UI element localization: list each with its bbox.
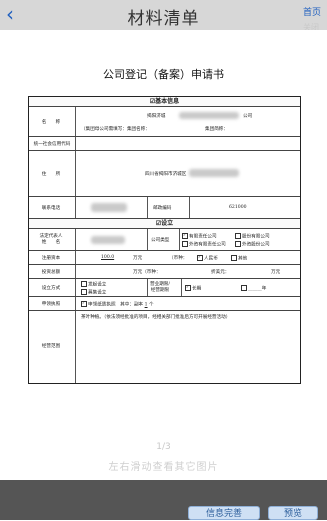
row-phone: 联系电话 邮政编码 621000 bbox=[29, 197, 300, 219]
section-basic-info: ☑基本信息 bbox=[29, 97, 300, 107]
label-legal-rep: 法定代表人 姓 名 bbox=[39, 234, 63, 245]
value-postal: 621000 bbox=[229, 205, 247, 210]
row-legal-rep: 法定代表人 姓 名 公司类型 有限责任公司 股份有限公司 外资有限责任公司 外资… bbox=[29, 229, 300, 251]
value-scope: 茶叶种植。（依法须经批准的项目，经相关部门批准后方可开展经营活动） bbox=[81, 315, 231, 320]
group-note: （集团母公司需填写：集团名称： bbox=[81, 127, 150, 132]
row-scope: 经营范围 茶叶种植。（依法须经批准的项目，经相关部门批准后方可开展经营活动） bbox=[29, 311, 300, 383]
row-capital: 注册资本 100.0 万元 （币种： 人民币 其他 bbox=[29, 251, 300, 265]
label-phone: 联系电话 bbox=[41, 206, 61, 211]
redacted-legal-rep bbox=[91, 236, 125, 244]
label-postal: 邮政编码 bbox=[153, 206, 172, 211]
label-capital: 注册资本 bbox=[41, 256, 61, 261]
top-nav-bar: ‹ 材料清单 首页 关闭 bbox=[0, 0, 327, 32]
row-company-name: 名 称 揭阳济城 公司 （集团母公司需填写：集团名称： 集团简称： bbox=[29, 107, 300, 137]
row-credit-code: 统一社会信用代码 bbox=[29, 137, 300, 151]
type-opt-2[interactable]: 股份有限公司 bbox=[235, 233, 270, 240]
type-opt-4[interactable]: 外资股份公司 bbox=[235, 241, 270, 248]
establish-opt-1[interactable]: 发起设立 bbox=[81, 281, 106, 288]
label-address: 住 所 bbox=[41, 172, 61, 177]
row-establish: 设立方式 发起设立 募集设立 营业期限/ 经营期限 长期 ______年 bbox=[29, 279, 300, 297]
document-title: 公司登记（备案）申请书 bbox=[103, 68, 224, 81]
label-credit-code: 统一社会信用代码 bbox=[33, 142, 71, 147]
label-investment: 投资总额 bbox=[41, 270, 61, 275]
type-opt-3[interactable]: 外资有限责任公司 bbox=[182, 241, 226, 248]
row-address: 住 所 四川省揭阳市济城区 bbox=[29, 151, 300, 197]
value-address: 四川省揭阳市济城区 bbox=[145, 172, 187, 177]
page-title: 材料清单 bbox=[127, 9, 200, 29]
label-scope: 经营范围 bbox=[41, 344, 61, 349]
row-investment: 投资总额 万元（币种： 折美元： 万元 bbox=[29, 265, 300, 279]
preview-button[interactable]: 预览 bbox=[268, 506, 318, 520]
complete-info-button[interactable]: 信息完善 bbox=[188, 506, 260, 520]
term-long[interactable]: 长期 bbox=[185, 285, 201, 292]
label-name: 名 称 bbox=[41, 120, 61, 125]
page-indicator: 1/3 bbox=[156, 442, 171, 452]
license-value: 申领纸质执照 其中：副本 1 个 bbox=[81, 301, 154, 308]
redacted-name bbox=[179, 112, 239, 119]
document-preview[interactable]: 公司登记（备案）申请书 ☑基本信息 名 称 揭阳济城 公司 （集团母公司需填写：… bbox=[0, 30, 327, 480]
swipe-hint: 左右滑动查看其它图片 bbox=[108, 462, 219, 473]
type-opt-1[interactable]: 有限责任公司 bbox=[182, 233, 217, 240]
term-year[interactable]: ______年 bbox=[241, 285, 266, 292]
redacted-address bbox=[189, 169, 239, 177]
currency-other[interactable]: 其他 bbox=[231, 255, 247, 262]
application-form: ☑基本信息 名 称 揭阳济城 公司 （集团母公司需填写：集团名称： 集团简称： … bbox=[28, 96, 301, 384]
home-link[interactable]: 首页 bbox=[303, 5, 321, 18]
currency-rmb[interactable]: 人民币 bbox=[197, 255, 218, 262]
value-name: 揭阳济城 bbox=[147, 114, 166, 119]
row-license: 申领执照 申领纸质执照 其中：副本 1 个 bbox=[29, 297, 300, 311]
section-setup: ☑设立 bbox=[29, 219, 300, 229]
label-establish: 设立方式 bbox=[41, 286, 61, 291]
establish-opt-2[interactable]: 募集设立 bbox=[81, 289, 106, 296]
value-capital: 100.0 bbox=[101, 255, 115, 260]
label-license: 申领执照 bbox=[41, 302, 61, 307]
bottom-bar: 信息完善 预览 bbox=[0, 480, 327, 520]
label-term: 营业期限/ 经营期限 bbox=[150, 282, 170, 293]
label-company-type: 公司类型 bbox=[151, 238, 170, 243]
redacted-phone bbox=[91, 203, 127, 212]
